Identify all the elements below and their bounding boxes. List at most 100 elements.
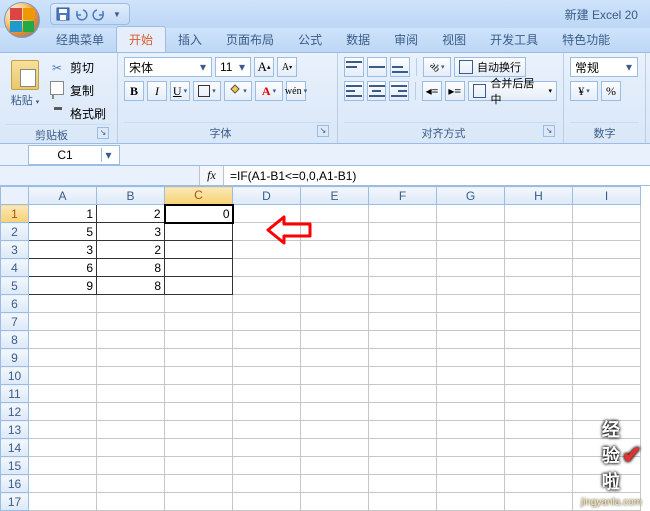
redo-icon[interactable] — [91, 6, 107, 22]
row-header-10[interactable]: 10 — [1, 367, 29, 385]
cell-D6[interactable] — [233, 295, 301, 313]
cell-G8[interactable] — [437, 331, 505, 349]
row-header-5[interactable]: 5 — [1, 277, 29, 295]
col-header-F[interactable]: F — [369, 187, 437, 205]
cell-F4[interactable] — [369, 259, 437, 277]
italic-button[interactable]: I — [147, 81, 167, 101]
select-all-corner[interactable] — [1, 187, 29, 205]
cell-F16[interactable] — [369, 475, 437, 493]
cell-H13[interactable] — [505, 421, 573, 439]
cell-F10[interactable] — [369, 367, 437, 385]
cell-A2[interactable]: 5 — [29, 223, 97, 241]
chevron-down-icon[interactable]: ▾ — [197, 60, 209, 74]
row-header-14[interactable]: 14 — [1, 439, 29, 457]
clipboard-dialog-launcher[interactable]: ↘ — [97, 127, 109, 139]
cell-A8[interactable] — [29, 331, 97, 349]
col-header-H[interactable]: H — [505, 187, 573, 205]
cell-H3[interactable] — [505, 241, 573, 259]
cell-A13[interactable] — [29, 421, 97, 439]
cell-C11[interactable] — [165, 385, 233, 403]
increase-indent-button[interactable]: ▸≡ — [445, 81, 465, 101]
cell-H16[interactable] — [505, 475, 573, 493]
cell-D1[interactable] — [233, 205, 301, 223]
cell-H1[interactable] — [505, 205, 573, 223]
cell-E10[interactable] — [301, 367, 369, 385]
cell-D17[interactable] — [233, 493, 301, 511]
cell-H15[interactable] — [505, 457, 573, 475]
row-header-9[interactable]: 9 — [1, 349, 29, 367]
cell-B13[interactable] — [97, 421, 165, 439]
cell-F13[interactable] — [369, 421, 437, 439]
cell-B12[interactable] — [97, 403, 165, 421]
cell-A10[interactable] — [29, 367, 97, 385]
tab-7[interactable]: 视图 — [430, 27, 478, 52]
cell-A17[interactable] — [29, 493, 97, 511]
cell-F17[interactable] — [369, 493, 437, 511]
cell-B11[interactable] — [97, 385, 165, 403]
align-center-button[interactable] — [367, 81, 387, 101]
merge-center-button[interactable]: 合并后居中▾ — [468, 81, 557, 101]
row-header-1[interactable]: 1 — [1, 205, 29, 223]
cell-A16[interactable] — [29, 475, 97, 493]
qat-customize-icon[interactable]: ▼ — [109, 6, 125, 22]
cell-I8[interactable] — [573, 331, 641, 349]
cell-B15[interactable] — [97, 457, 165, 475]
cell-I9[interactable] — [573, 349, 641, 367]
cell-F3[interactable] — [369, 241, 437, 259]
cell-G13[interactable] — [437, 421, 505, 439]
cell-F1[interactable] — [369, 205, 437, 223]
cell-H10[interactable] — [505, 367, 573, 385]
row-header-8[interactable]: 8 — [1, 331, 29, 349]
cell-F12[interactable] — [369, 403, 437, 421]
cell-E12[interactable] — [301, 403, 369, 421]
cell-C4[interactable] — [165, 259, 233, 277]
cell-D7[interactable] — [233, 313, 301, 331]
cell-G7[interactable] — [437, 313, 505, 331]
cell-G14[interactable] — [437, 439, 505, 457]
cell-F9[interactable] — [369, 349, 437, 367]
cell-A9[interactable] — [29, 349, 97, 367]
row-header-17[interactable]: 17 — [1, 493, 29, 511]
cell-F7[interactable] — [369, 313, 437, 331]
cell-G1[interactable] — [437, 205, 505, 223]
cell-I3[interactable] — [573, 241, 641, 259]
font-size-combo[interactable]: 11▾ — [215, 57, 251, 77]
cell-A7[interactable] — [29, 313, 97, 331]
cell-I11[interactable] — [573, 385, 641, 403]
cell-A3[interactable]: 3 — [29, 241, 97, 259]
cell-H6[interactable] — [505, 295, 573, 313]
cell-E15[interactable] — [301, 457, 369, 475]
spreadsheet-grid[interactable]: ABCDEFGHI1120253332468598678910111213141… — [0, 186, 641, 511]
cell-C13[interactable] — [165, 421, 233, 439]
formula-input[interactable] — [224, 166, 650, 185]
cell-I7[interactable] — [573, 313, 641, 331]
cell-C6[interactable] — [165, 295, 233, 313]
shrink-font-button[interactable]: A▾ — [277, 57, 297, 77]
cell-A6[interactable] — [29, 295, 97, 313]
cell-E2[interactable] — [301, 223, 369, 241]
cell-E5[interactable] — [301, 277, 369, 295]
align-left-button[interactable] — [344, 81, 364, 101]
chevron-down-icon[interactable]: ▾ — [236, 60, 248, 74]
chevron-down-icon[interactable]: ▾ — [623, 60, 635, 74]
grow-font-button[interactable]: A▴ — [254, 57, 274, 77]
cell-A1[interactable]: 1 — [29, 205, 97, 223]
cell-E4[interactable] — [301, 259, 369, 277]
cell-B9[interactable] — [97, 349, 165, 367]
cell-B6[interactable] — [97, 295, 165, 313]
cell-E6[interactable] — [301, 295, 369, 313]
cell-F11[interactable] — [369, 385, 437, 403]
row-header-7[interactable]: 7 — [1, 313, 29, 331]
accounting-format-button[interactable]: ¥▾ — [570, 81, 598, 101]
row-header-6[interactable]: 6 — [1, 295, 29, 313]
number-format-combo[interactable]: 常规▾ — [570, 57, 638, 77]
cell-G6[interactable] — [437, 295, 505, 313]
cell-B16[interactable] — [97, 475, 165, 493]
row-header-2[interactable]: 2 — [1, 223, 29, 241]
cell-C15[interactable] — [165, 457, 233, 475]
cell-F15[interactable] — [369, 457, 437, 475]
cell-C7[interactable] — [165, 313, 233, 331]
cell-D15[interactable] — [233, 457, 301, 475]
cell-H14[interactable] — [505, 439, 573, 457]
cell-G10[interactable] — [437, 367, 505, 385]
